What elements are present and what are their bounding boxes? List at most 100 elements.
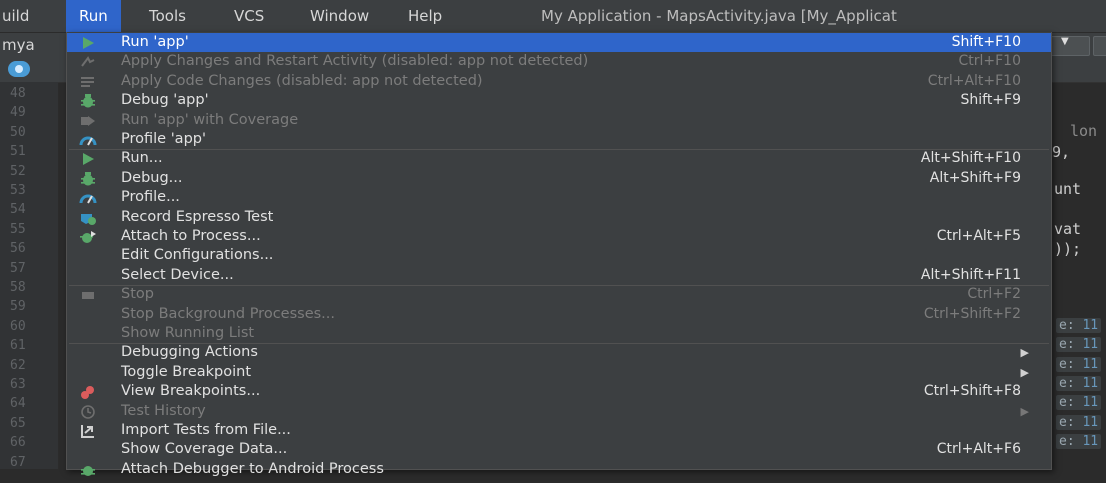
menu-tools[interactable]: Tools: [149, 0, 186, 32]
submenu-arrow-icon: ▶: [1020, 404, 1029, 418]
menu-item-label: Stop Background Processes...: [121, 305, 335, 322]
menu-item-shortcut: Shift+F10: [951, 34, 1021, 50]
menu-item-shortcut: Ctrl+Alt+F6: [936, 441, 1021, 458]
line-number: 49: [10, 105, 26, 121]
menu-item-shortcut: Alt+Shift+F10: [920, 150, 1021, 167]
line-number: 57: [10, 260, 26, 276]
menu-item-label: Import Tests from File...: [121, 422, 291, 438]
menu-item-shortcut: Shift+F9: [960, 92, 1021, 109]
menu-item-label: Run 'app': [121, 34, 189, 50]
menu-item-shortcut: Ctrl+F2: [967, 286, 1021, 303]
menu-item-label: Show Running List: [121, 325, 255, 341]
stop-icon: [79, 287, 99, 303]
menu-item-apply-changes-and-restart-activity: Apply Changes and Restart Activity (disa…: [67, 52, 1051, 71]
parameter-hint-name: e:: [1059, 434, 1083, 450]
menu-item-edit-configurations[interactable]: Edit Configurations...: [67, 246, 1051, 265]
menu-item-profile-app[interactable]: Profile 'app': [67, 130, 1051, 149]
parameter-hint-name: e:: [1059, 356, 1083, 372]
line-number: 62: [10, 357, 26, 373]
menu-item-run[interactable]: Run... Alt+Shift+F10: [67, 149, 1051, 168]
menu-item-label: Profile...: [121, 189, 180, 206]
parameter-hint: e: 11: [1056, 337, 1102, 353]
line-number: 61: [10, 338, 26, 354]
parameter-hint-value: 11: [1082, 337, 1099, 353]
menu-item-show-running-list: Show Running List: [67, 324, 1051, 343]
record-espresso-icon: [79, 210, 99, 226]
parameter-hint: e: 11: [1056, 317, 1102, 333]
toolbar-button[interactable]: [1093, 36, 1106, 56]
parameter-hint: e: 11: [1056, 414, 1102, 430]
menu-window[interactable]: Window: [310, 0, 369, 32]
menu-item-select-device[interactable]: Select Device... Alt+Shift+F11: [67, 266, 1051, 285]
menu-run[interactable]: Run: [66, 0, 121, 32]
menu-item-profile[interactable]: Profile...: [67, 188, 1051, 207]
run-menu-dropdown: Run 'app' Shift+F10 Apply Changes and Rest…: [66, 32, 1052, 477]
menu-item-label: Attach Debugger to Android Process: [121, 460, 384, 477]
parameter-hint-value: 11: [1082, 414, 1099, 430]
line-number: 51: [10, 144, 26, 160]
window-title: My Application - MapsActivity.java [My_A…: [541, 7, 897, 25]
menu-item-stop-background-processes: Stop Background Processes... Ctrl+Shift+F…: [67, 305, 1051, 324]
menu-item-shortcut: Ctrl+F10: [958, 53, 1021, 70]
menu-item-label: Apply Changes and Restart Activity (disa…: [121, 53, 589, 70]
menu-item-run-app[interactable]: Run 'app' Shift+F10: [67, 33, 1051, 53]
menu-item-debug[interactable]: Debug... Alt+Shift+F9: [67, 169, 1051, 188]
menu-build[interactable]: uild: [2, 0, 29, 32]
line-number: 59: [10, 299, 26, 315]
menu-item-label: View Breakpoints...: [121, 383, 261, 400]
menu-item-debug-app[interactable]: Debug 'app' Shift+F9: [67, 91, 1051, 110]
line-number: 64: [10, 396, 26, 412]
project-name[interactable]: mya: [2, 33, 35, 57]
menu-item-label: Record Espresso Test: [121, 208, 274, 225]
menu-item-stop: Stop Ctrl+F2: [67, 285, 1051, 304]
menu-item-shortcut: Ctrl+Shift+F2: [923, 305, 1021, 322]
line-number-gutter: 48 49 50 51 52 53 54 55 56 57 58 59 60 61 62 63 64 65 66 67: [0, 82, 58, 470]
breakpoints-icon: [79, 384, 99, 400]
menu-item-record-espresso-test[interactable]: Record Espresso Test: [67, 208, 1051, 227]
parameter-hint: e: 11: [1056, 395, 1102, 411]
line-number: 48: [10, 86, 26, 101]
menu-item-shortcut: Alt+Shift+F11: [920, 266, 1021, 283]
line-number: 63: [10, 377, 26, 392]
menu-item-attach-to-process[interactable]: Attach to Process... Ctrl+Alt+F5: [67, 227, 1051, 246]
menu-item-toggle-breakpoint[interactable]: Toggle Breakpoint ▶: [67, 363, 1051, 382]
menu-item-debugging-actions[interactable]: Debugging Actions ▶: [67, 343, 1051, 362]
parameter-hint: e: 11: [1056, 434, 1102, 450]
menu-help[interactable]: Help: [408, 0, 442, 32]
java-class-icon[interactable]: [8, 61, 30, 77]
line-number: 55: [10, 221, 26, 237]
run-coverage-icon: [79, 113, 99, 129]
code-fragment-text: 9: [1052, 143, 1062, 161]
code-fragment: unt: [1054, 180, 1082, 198]
menu-item-label: Run...: [121, 150, 163, 167]
menu-item-shortcut: Ctrl+Alt+F5: [936, 228, 1021, 244]
line-number: 66: [10, 435, 26, 451]
line-number: 54: [10, 202, 26, 218]
code-fragment: lon: [1070, 122, 1098, 140]
menu-item-test-history: Test History ▶: [67, 402, 1051, 421]
menu-item-show-coverage-data[interactable]: Show Coverage Data... Ctrl+Alt+F6: [67, 440, 1051, 459]
menu-item-label: Select Device...: [121, 266, 234, 283]
menu-bar: uild Run Tools VCS Window Help My Applic…: [0, 0, 1106, 33]
menu-item-apply-code-changes: Apply Code Changes (disabled: app not de…: [67, 72, 1051, 91]
parameter-hint-name: e:: [1059, 395, 1083, 411]
profile-icon: [79, 132, 99, 148]
menu-item-label: Apply Code Changes (disabled: app not de…: [121, 72, 483, 89]
line-number: 53: [10, 183, 26, 198]
menu-vcs[interactable]: VCS: [234, 0, 264, 32]
menu-item-view-breakpoints[interactable]: View Breakpoints... Ctrl+Shift+F8: [67, 382, 1051, 401]
parameter-hint-value: 11: [1082, 376, 1099, 391]
submenu-arrow-icon: ▶: [1020, 346, 1029, 360]
run-config-dropdown[interactable]: ▼: [1050, 36, 1090, 56]
menu-item-attach-debugger-to-android-process[interactable]: Attach Debugger to Android Process: [67, 460, 1051, 479]
menu-item-label: Profile 'app': [121, 131, 206, 147]
line-number: 65: [10, 415, 26, 431]
menu-item-label: Debug 'app': [121, 92, 209, 109]
menu-item-run-app-with-coverage: Run 'app' with Coverage: [67, 111, 1051, 130]
import-tests-icon: [79, 423, 99, 439]
menu-item-label: Stop: [121, 286, 154, 303]
parameter-hint-name: e:: [1059, 376, 1083, 391]
menu-item-import-tests-from-file[interactable]: Import Tests from File...: [67, 421, 1051, 440]
attach-debugger-icon: [79, 462, 99, 478]
menu-item-shortcut: Ctrl+Alt+F10: [927, 72, 1021, 89]
